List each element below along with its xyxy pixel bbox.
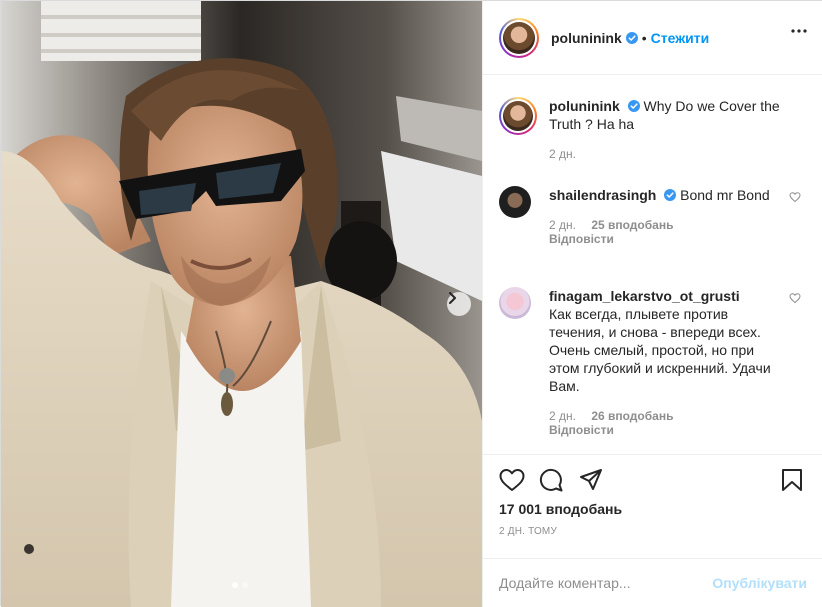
comment-item: finagam_lekarstvo_ot_grusti Как всегда, …	[499, 287, 809, 437]
photo-illustration	[1, 1, 482, 607]
like-heart-icon[interactable]	[499, 468, 525, 492]
comment-username[interactable]: finagam_lekarstvo_ot_grusti	[549, 288, 740, 304]
verified-badge-icon	[625, 31, 638, 44]
comment-likes[interactable]: 26 вподобань	[591, 409, 673, 423]
post-caption: poluninink Why Do we Cover the Truth ? H…	[499, 97, 809, 161]
caption-avatar-image	[503, 101, 533, 131]
caption-username[interactable]: poluninink	[549, 98, 620, 114]
author-avatar[interactable]	[499, 17, 539, 58]
follow-button[interactable]: Стежити	[651, 30, 710, 46]
post-side-panel: poluninink • Стежити poluninink Why Do w…	[482, 1, 822, 607]
more-options-icon[interactable]	[791, 29, 807, 33]
comment-item: shailendrasingh Bond mr Bond 2 дн. 25 вп…	[499, 186, 809, 246]
post-actions: 17 001 вподобань 2 ДН. ТОМУ	[483, 454, 822, 558]
instagram-post: poluninink • Стежити poluninink Why Do w…	[0, 0, 822, 607]
author-username[interactable]: poluninink	[551, 30, 622, 46]
comment-composer: Опублікувати	[483, 558, 822, 607]
reply-button[interactable]: Відповісти	[549, 423, 781, 437]
bookmark-icon[interactable]	[781, 468, 803, 492]
comment-text: Как всегда, плывете против течения, и сн…	[549, 306, 771, 394]
author-avatar-image	[503, 21, 535, 54]
heart-icon[interactable]	[789, 191, 801, 203]
comment-likes[interactable]: 25 вподобань	[591, 218, 673, 232]
likes-count[interactable]: 17 001 вподобань	[499, 501, 622, 517]
post-photo[interactable]	[1, 1, 482, 607]
comment-age: 2 дн.	[549, 218, 576, 232]
post-header: poluninink • Стежити	[483, 1, 822, 75]
caption-age: 2 дн.	[549, 147, 576, 161]
carousel-next-button[interactable]	[447, 292, 471, 316]
heart-icon[interactable]	[789, 292, 801, 304]
comment-username[interactable]: shailendrasingh	[549, 187, 656, 203]
commenter-avatar[interactable]	[499, 287, 531, 319]
reply-button[interactable]: Відповісти	[549, 232, 781, 246]
commenter-avatar[interactable]	[499, 186, 531, 218]
comment-age: 2 дн.	[549, 409, 576, 423]
publish-button[interactable]: Опублікувати	[712, 575, 807, 591]
share-icon[interactable]	[579, 468, 603, 492]
post-timestamp: 2 ДН. ТОМУ	[499, 526, 558, 537]
verified-badge-icon	[627, 100, 640, 112]
comments-list[interactable]: poluninink Why Do we Cover the Truth ? H…	[483, 76, 822, 454]
verified-badge-icon	[664, 189, 677, 201]
carousel-dot	[242, 582, 248, 588]
separator-dot: •	[641, 29, 647, 46]
comment-icon[interactable]	[539, 468, 563, 492]
carousel-indicator	[232, 582, 248, 588]
comment-input[interactable]	[499, 575, 699, 591]
carousel-dot-active	[232, 582, 238, 588]
comment-text: Bond mr Bond	[680, 187, 770, 203]
chevron-right-icon	[449, 292, 456, 304]
caption-avatar[interactable]	[499, 97, 537, 135]
